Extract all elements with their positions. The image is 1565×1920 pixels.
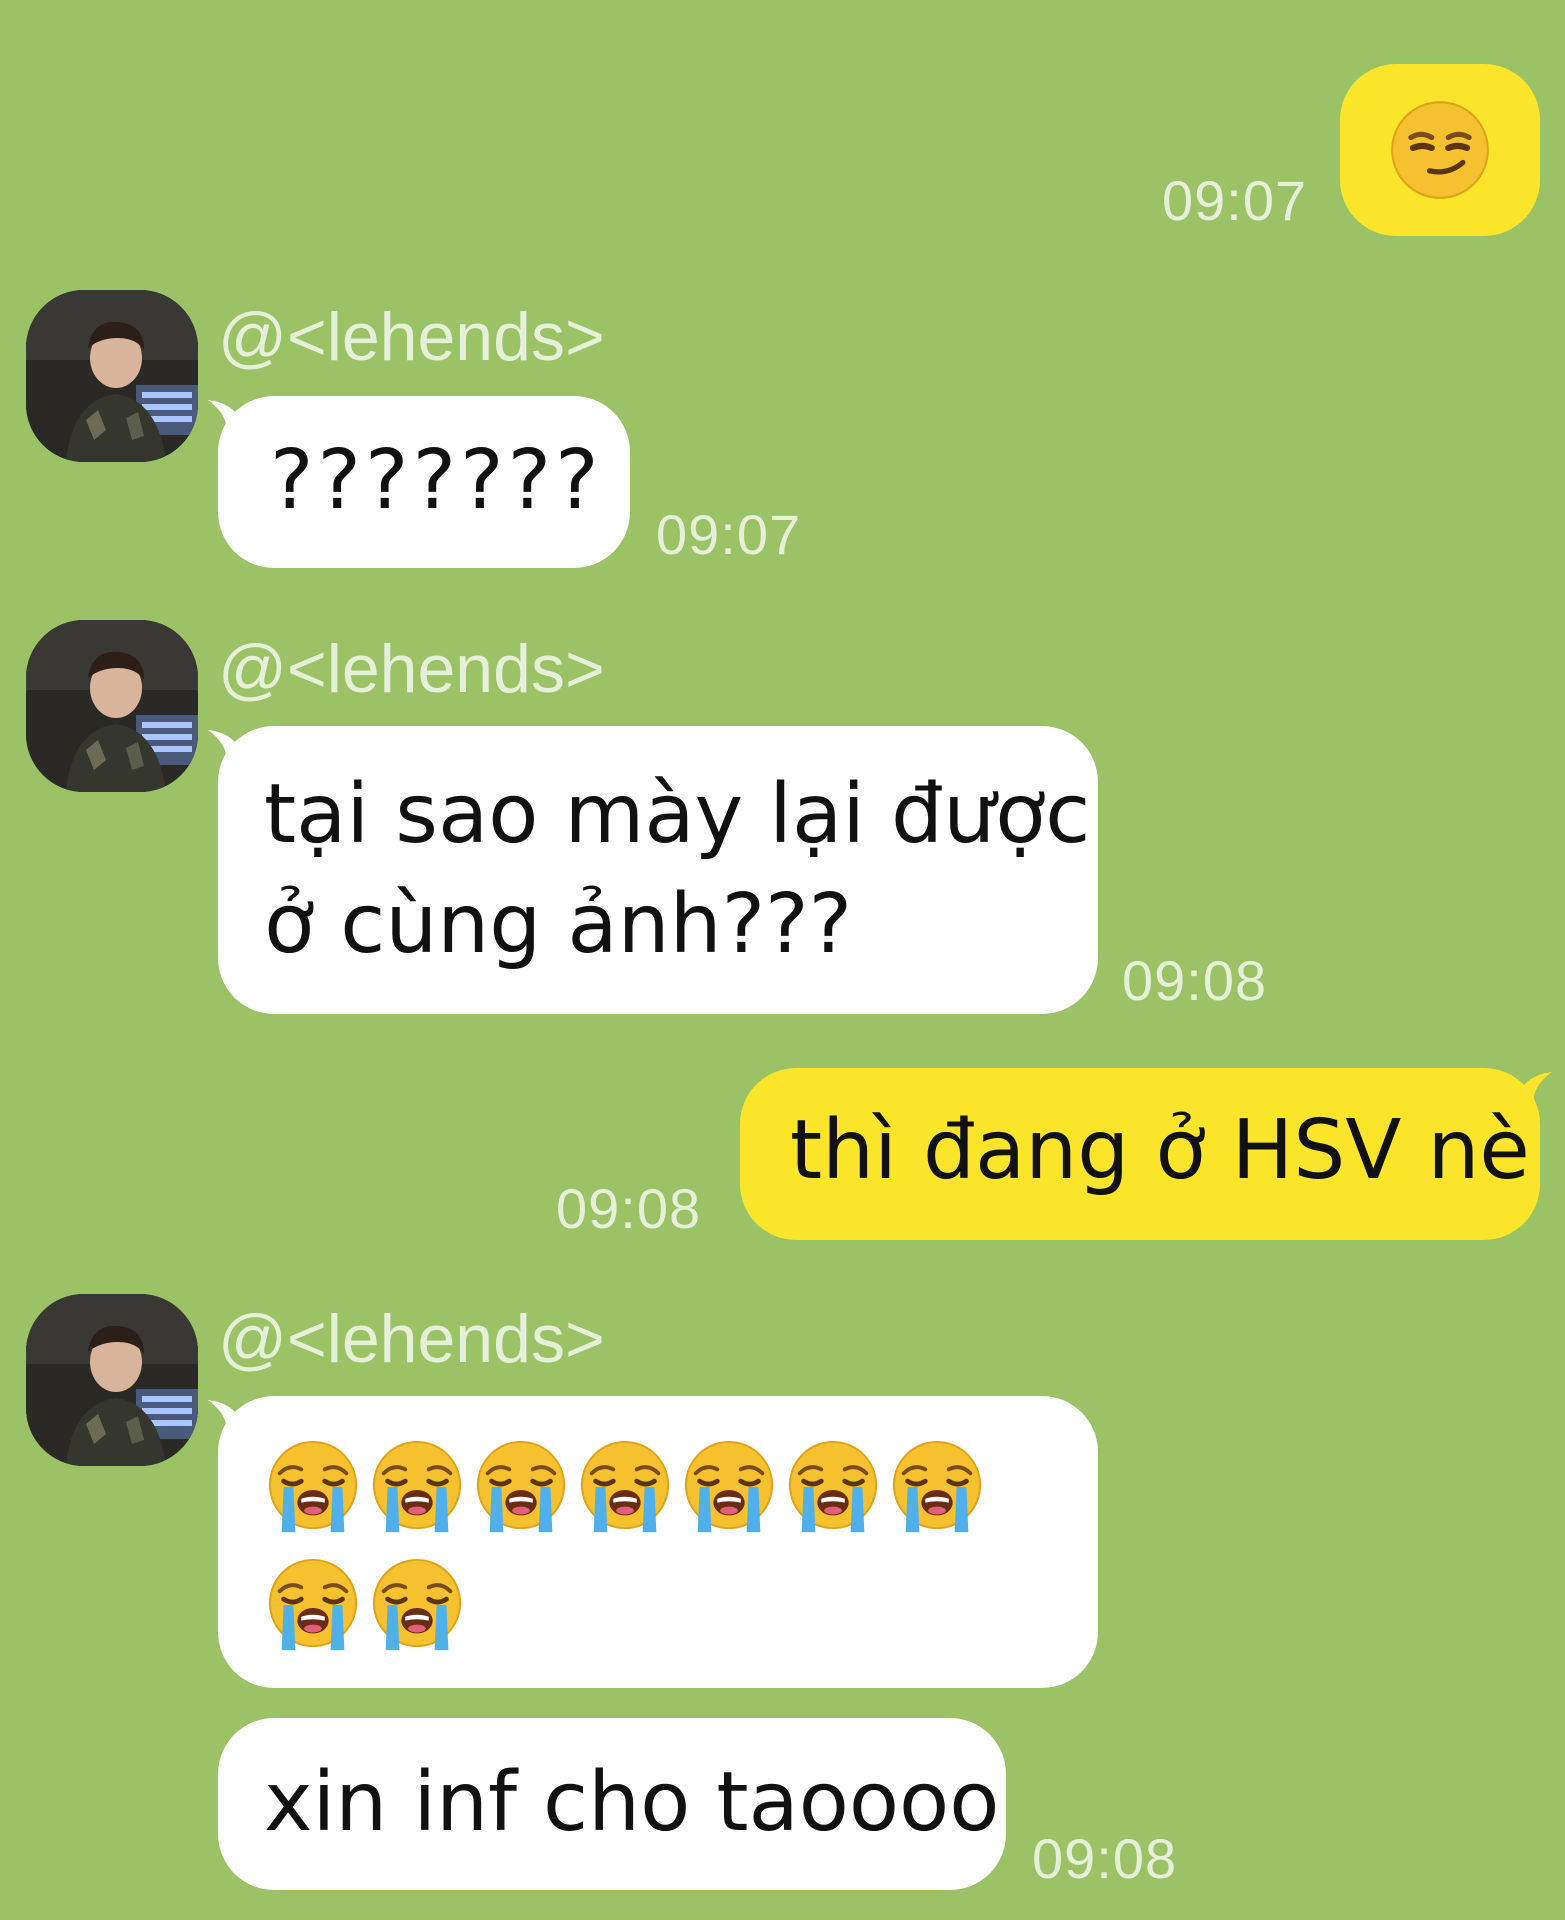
incoming-message-bubble[interactable]: tại sao mày lại được ở cùng ảnh??? [218, 726, 1098, 1014]
timestamp: 09:07 [656, 503, 802, 566]
loudly-crying-face-icon [476, 1440, 566, 1533]
loudly-crying-face-icon [788, 1440, 878, 1533]
sender-name: @<lehends> [218, 631, 605, 707]
message-text: ??????? [270, 433, 603, 528]
emoji-row [264, 1438, 986, 1536]
avatar[interactable] [26, 1294, 198, 1466]
sender-name: @<lehends> [218, 299, 605, 375]
bubble-tail [1516, 1072, 1552, 1108]
message-text: thì đang ở HSV nè [790, 1103, 1530, 1198]
loudly-crying-face-icon [684, 1440, 774, 1533]
loudly-crying-face-icon [580, 1440, 670, 1533]
smirk-face-icon [1391, 101, 1489, 199]
loudly-crying-face-icon [268, 1440, 358, 1533]
avatar[interactable] [26, 620, 198, 792]
incoming-message-bubble[interactable]: xin inf cho taoooo [218, 1718, 1006, 1890]
loudly-crying-face-icon [372, 1558, 462, 1651]
loudly-crying-face-icon [892, 1440, 982, 1533]
timestamp: 09:08 [1122, 949, 1268, 1012]
sender-name: @<lehends> [218, 1301, 605, 1377]
outgoing-message-bubble[interactable]: thì đang ở HSV nè [740, 1068, 1540, 1240]
loudly-crying-face-icon [268, 1558, 358, 1651]
timestamp: 09:08 [1032, 1827, 1178, 1890]
loudly-crying-face-icon [372, 1440, 462, 1533]
message-text-line: ở cùng ảnh??? [264, 877, 853, 972]
incoming-message-bubble[interactable] [218, 1396, 1098, 1688]
emoji-row [264, 1556, 466, 1654]
avatar[interactable] [26, 290, 198, 462]
message-text-line: tại sao mày lại được [264, 767, 1091, 862]
timestamp: 09:07 [1162, 169, 1308, 232]
timestamp: 09:08 [556, 1177, 702, 1240]
incoming-message-bubble[interactable]: ??????? [218, 396, 630, 568]
message-text: xin inf cho taoooo [264, 1755, 1000, 1850]
outgoing-message-bubble[interactable] [1340, 64, 1540, 236]
